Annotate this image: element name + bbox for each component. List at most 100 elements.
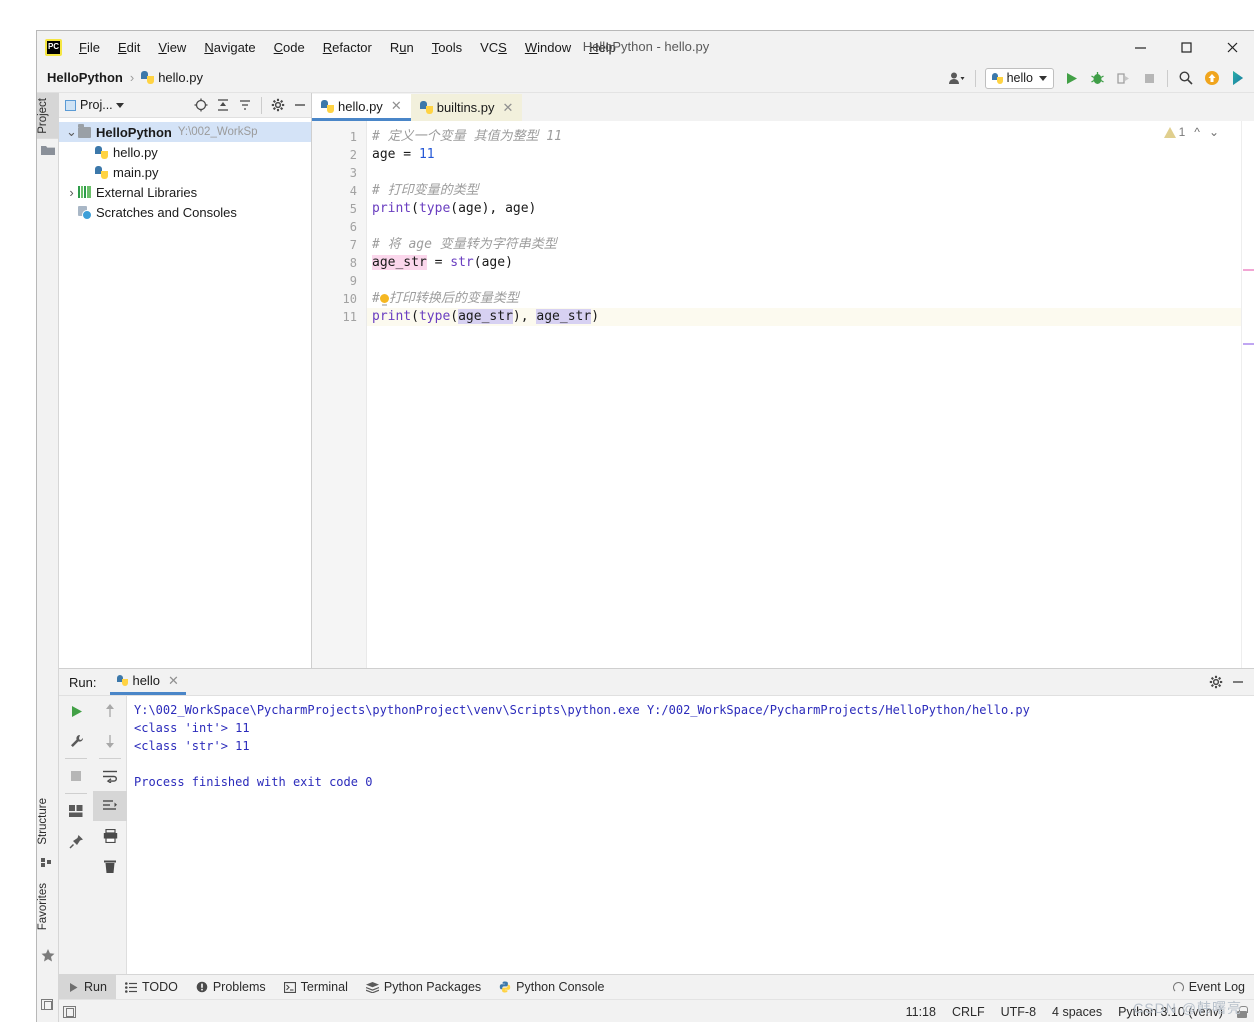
menu-item-tools[interactable]: Tools — [423, 37, 471, 58]
code-token: type — [418, 201, 451, 216]
collapse-all-icon[interactable] — [234, 94, 256, 116]
soft-wrap-icon[interactable] — [93, 761, 127, 791]
menu-item-window[interactable]: Window — [516, 37, 580, 58]
indent-setting[interactable]: 4 spaces — [1052, 1005, 1102, 1019]
code-line[interactable] — [367, 272, 372, 290]
maximize-button[interactable] — [1163, 31, 1209, 63]
error-stripe-mark[interactable] — [1243, 269, 1254, 271]
tool-window-button-run[interactable]: Run — [59, 974, 116, 1000]
tool-window-button-problems[interactable]: Problems — [187, 975, 275, 1000]
close-button[interactable] — [1209, 31, 1254, 63]
breadcrumb-file[interactable]: hello.py — [158, 70, 203, 85]
tree-node-external-libraries[interactable]: › External Libraries — [59, 182, 311, 202]
file-encoding[interactable]: UTF-8 — [1001, 1005, 1036, 1019]
code-line[interactable]: age_str = str(age) — [367, 254, 513, 272]
sidebar-tab-structure[interactable]: Structure — [37, 793, 59, 850]
minimize-icon[interactable] — [1227, 671, 1249, 693]
gear-icon[interactable] — [267, 94, 289, 116]
code-line[interactable] — [367, 218, 372, 236]
chevron-down-icon[interactable]: ⌄ — [1209, 125, 1219, 139]
tool-window-button-python-console[interactable]: Python Console — [490, 975, 613, 1000]
rerun-icon[interactable] — [59, 696, 93, 726]
sidebar-tab-favorites[interactable]: Favorites — [37, 878, 59, 935]
project-panel-title[interactable]: Proj... — [65, 98, 124, 112]
toggle-panels-icon[interactable] — [63, 1005, 76, 1018]
console-line: <class 'str'> 11 — [134, 739, 250, 753]
error-stripe-mark[interactable] — [1243, 343, 1254, 345]
clear-all-icon[interactable] — [93, 851, 127, 881]
settings-wrench-icon[interactable] — [59, 726, 93, 756]
code-line[interactable]: print(type(age), age) — [367, 200, 536, 218]
code-line[interactable]: # 打印变量的类型 — [367, 182, 479, 200]
scroll-up-icon[interactable] — [93, 696, 127, 726]
chevron-down-icon[interactable]: ⌄ — [65, 124, 78, 140]
code-content[interactable]: # 定义一个变量 其值为整型 11 age = 11 # 打印变量的类型 print(… — [367, 121, 1254, 668]
minimize-button[interactable] — [1117, 31, 1163, 63]
tree-node-hellopython[interactable]: ⌄ HelloPython Y:\002_WorkSp — [59, 122, 311, 142]
run-console-output[interactable]: Y:\002_WorkSpace\PycharmProjects\pythonP… — [128, 696, 1254, 975]
code-line[interactable] — [367, 164, 372, 182]
error-stripe[interactable] — [1241, 121, 1254, 668]
menu-item-refactor[interactable]: Refactor — [314, 37, 381, 58]
sidebar-tab-project[interactable]: Project — [37, 93, 59, 139]
code-editor[interactable]: 1 2 3 4 5 6 7 8 9 10 11 # 定义一个变量 其值为整型 11 age = 11 #… — [312, 121, 1254, 668]
code-line[interactable]: # 将 age 变量转为字符串类型 — [367, 236, 557, 254]
code-token: = — [426, 255, 451, 270]
close-icon[interactable]: ✕ — [168, 673, 179, 689]
debug-icon[interactable] — [1084, 65, 1110, 91]
breadcrumb-separator: › — [129, 70, 135, 85]
tree-node-scratches-and-consoles[interactable]: Scratches and Consoles — [59, 202, 311, 222]
code-line[interactable]: print(type(age_str), age_str) — [367, 308, 1254, 326]
tool-window-button-terminal[interactable]: Terminal — [275, 975, 357, 1000]
breadcrumb-project[interactable]: HelloPython — [47, 70, 123, 85]
lightbulb-icon[interactable] — [379, 294, 389, 306]
coverage-icon[interactable] — [1110, 65, 1136, 91]
caret-position[interactable]: 11:18 — [906, 1005, 936, 1019]
ide-icon[interactable] — [1225, 65, 1251, 91]
line-separator[interactable]: CRLF — [952, 1005, 985, 1019]
layout-icon[interactable] — [59, 796, 93, 826]
chevron-right-icon[interactable]: › — [65, 185, 78, 200]
menu-item-code[interactable]: Code — [265, 37, 314, 58]
menu-item-navigate[interactable]: Navigate — [195, 37, 264, 58]
inspection-widget[interactable]: 1 ^ ⌄ — [1163, 125, 1219, 139]
search-icon[interactable] — [1173, 65, 1199, 91]
menu-item-run[interactable]: Run — [381, 37, 423, 58]
code-line[interactable]: # 定义一个变量 其值为整型 11 — [367, 128, 562, 146]
tool-window-button-python-packages[interactable]: Python Packages — [357, 975, 490, 1000]
project-panel-header: Proj... — [59, 93, 311, 118]
hide-panels-icon[interactable] — [41, 999, 55, 1013]
close-icon[interactable]: ✕ — [391, 98, 402, 114]
tree-node-main-py[interactable]: main.py — [59, 162, 311, 182]
menu-item-file[interactable]: File — [70, 37, 109, 58]
pin-icon[interactable] — [59, 826, 93, 856]
event-log-button[interactable]: Event Log — [1172, 980, 1245, 994]
editor-tab-builtins-py[interactable]: builtins.py ✕ — [410, 94, 523, 121]
update-icon[interactable] — [1199, 65, 1225, 91]
run-tab-hello[interactable]: hello ✕ — [110, 669, 186, 695]
chevron-up-icon[interactable]: ^ — [1194, 125, 1200, 139]
code-line[interactable]: age = 11 — [367, 146, 435, 164]
menu-item-view[interactable]: View — [149, 37, 195, 58]
scroll-to-end-icon[interactable] — [93, 791, 127, 821]
hide-panel-icon[interactable] — [289, 94, 311, 116]
code-token: print — [372, 309, 412, 324]
close-icon[interactable]: ✕ — [503, 100, 514, 116]
editor-gutter[interactable]: 1 2 3 4 5 6 7 8 9 10 11 — [312, 121, 367, 668]
scroll-down-icon[interactable] — [93, 726, 127, 756]
menu-item-edit[interactable]: Edit — [109, 37, 149, 58]
menu-item-help[interactable]: Help — [580, 37, 625, 58]
status-bar-left — [63, 1005, 76, 1018]
gear-icon[interactable] — [1205, 671, 1227, 693]
editor-tab-hello-py[interactable]: hello.py ✕ — [312, 94, 411, 121]
user-icon[interactable] — [944, 65, 970, 91]
menu-item-vcs[interactable]: VCS — [471, 37, 516, 58]
run-icon[interactable] — [1058, 65, 1084, 91]
locate-file-icon[interactable] — [190, 94, 212, 116]
run-configuration-selector[interactable]: hello — [984, 67, 1054, 89]
tree-node-hello-py[interactable]: hello.py — [59, 142, 311, 162]
print-icon[interactable] — [93, 821, 127, 851]
tool-window-button-todo[interactable]: TODO — [116, 975, 187, 1000]
expand-all-icon[interactable] — [212, 94, 234, 116]
code-line[interactable]: # 打印转换后的变量类型 — [367, 290, 519, 308]
